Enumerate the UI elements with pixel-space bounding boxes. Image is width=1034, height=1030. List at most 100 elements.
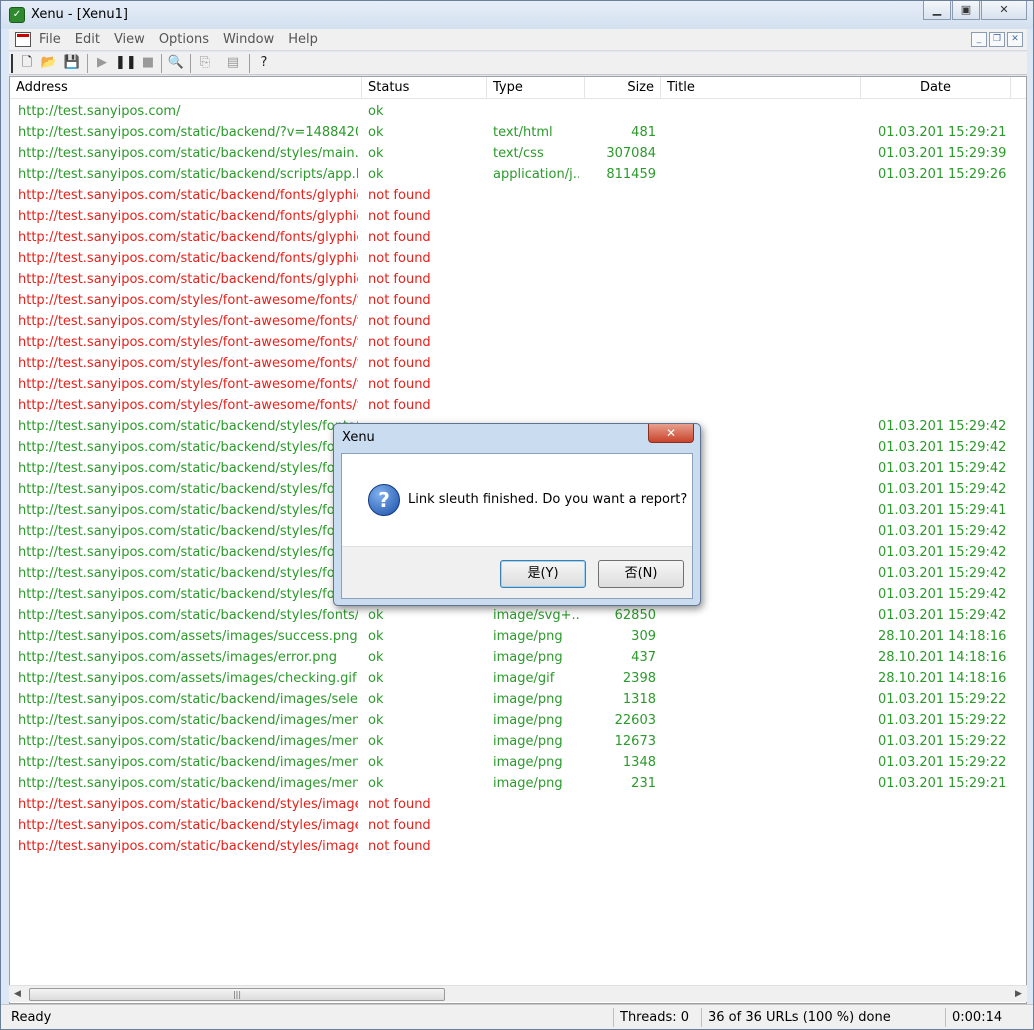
status-bar: Ready Threads: 0 36 of 36 URLs (100 %) d…	[1, 1004, 1033, 1029]
header-address[interactable]: Address	[10, 77, 362, 99]
scroll-left-arrow-icon[interactable]: ◀	[9, 986, 26, 1003]
cell-status: ok	[368, 671, 384, 686]
mdi-restore-button[interactable]: ❐	[989, 32, 1005, 47]
cell-size: 481	[631, 125, 656, 140]
cell-status: not found	[368, 209, 431, 224]
menu-edit[interactable]: Edit	[75, 32, 100, 47]
table-row[interactable]: http://test.sanyipos.com/static/backend/…	[10, 143, 1026, 164]
copy-icon[interactable]: ⎘	[195, 54, 215, 72]
table-row[interactable]: http://test.sanyipos.com/static/backend/…	[10, 794, 1026, 815]
header-type[interactable]: Type	[487, 77, 585, 99]
table-row[interactable]: http://test.sanyipos.com/static/backend/…	[10, 710, 1026, 731]
cell-address: http://test.sanyipos.com/static/backend/…	[18, 524, 358, 539]
table-row[interactable]: http://test.sanyipos.com/static/backend/…	[10, 227, 1026, 248]
table-row[interactable]: http://test.sanyipos.com/static/backend/…	[10, 185, 1026, 206]
cell-size: 307084	[606, 146, 656, 161]
open-icon[interactable]: 📂	[39, 54, 59, 72]
cell-time: 15:29:41	[948, 503, 1007, 518]
table-row[interactable]: http://test.sanyipos.com/assets/images/s…	[10, 626, 1026, 647]
mdi-close-button[interactable]: ✕	[1007, 32, 1023, 47]
yes-button[interactable]: 是(Y)	[500, 560, 586, 588]
cell-type: image/png	[493, 776, 563, 791]
cell-address: http://test.sanyipos.com/styles/font-awe…	[18, 335, 358, 350]
table-row[interactable]: http://test.sanyipos.com/styles/font-awe…	[10, 395, 1026, 416]
cell-type: image/svg+...	[493, 608, 579, 623]
menu-window[interactable]: Window	[223, 32, 274, 47]
table-row[interactable]: http://test.sanyipos.com/static/backend/…	[10, 269, 1026, 290]
table-row[interactable]: http://test.sanyipos.com/styles/font-awe…	[10, 311, 1026, 332]
pause-icon[interactable]: ❚❚	[115, 54, 137, 72]
cell-type: image/png	[493, 650, 563, 665]
window-title: Xenu - [Xenu1]	[31, 7, 128, 22]
mdi-buttons: _ ❐ ✕	[969, 32, 1023, 47]
table-row[interactable]: http://test.sanyipos.com/static/backend/…	[10, 815, 1026, 836]
cell-address: http://test.sanyipos.com/static/backend/…	[18, 440, 358, 455]
header-title[interactable]: Title	[661, 77, 861, 99]
menu-view[interactable]: View	[114, 32, 145, 47]
table-row[interactable]: http://test.sanyipos.com/ok	[10, 101, 1026, 122]
scroll-thumb[interactable]: |||	[29, 988, 445, 1001]
table-row[interactable]: http://test.sanyipos.com/styles/font-awe…	[10, 374, 1026, 395]
scroll-right-arrow-icon[interactable]: ▶	[1010, 986, 1027, 1003]
cell-time: 14:18:16	[948, 671, 1007, 686]
cell-status: not found	[368, 377, 431, 392]
header-size[interactable]: Size	[585, 77, 661, 99]
table-row[interactable]: http://test.sanyipos.com/styles/font-awe…	[10, 290, 1026, 311]
cell-time: 15:29:42	[948, 587, 1007, 602]
cell-date: 01.03.2017	[878, 482, 944, 497]
dialog-close-button[interactable]: ✕	[648, 424, 694, 443]
cell-time: 15:29:42	[948, 608, 1007, 623]
cell-type: image/png	[493, 692, 563, 707]
find-icon[interactable]: 🔍	[166, 54, 186, 72]
stop-icon[interactable]: ■	[138, 54, 158, 72]
cell-address: http://test.sanyipos.com/static/backend/…	[18, 839, 358, 854]
table-row[interactable]: http://test.sanyipos.com/static/backend/…	[10, 731, 1026, 752]
properties-icon[interactable]: ▤	[223, 54, 243, 72]
title-bar[interactable]: ✓ Xenu - [Xenu1] ▁ ▣ ✕	[1, 1, 1033, 29]
table-row[interactable]: http://test.sanyipos.com/assets/images/e…	[10, 647, 1026, 668]
table-row[interactable]: http://test.sanyipos.com/static/backend/…	[10, 248, 1026, 269]
maximize-button[interactable]: ▣	[952, 1, 980, 20]
table-row[interactable]: http://test.sanyipos.com/static/backend/…	[10, 206, 1026, 227]
table-row[interactable]: http://test.sanyipos.com/static/backend/…	[10, 773, 1026, 794]
xenu-app-icon[interactable]: ✓	[9, 7, 25, 23]
menu-help[interactable]: Help	[288, 32, 318, 47]
cell-address: http://test.sanyipos.com/static/backend/…	[18, 797, 358, 812]
new-icon[interactable]: 🗋	[17, 54, 37, 72]
cell-time: 15:29:42	[948, 461, 1007, 476]
table-row[interactable]: http://test.sanyipos.com/static/backend/…	[10, 164, 1026, 185]
table-row[interactable]: http://test.sanyipos.com/assets/images/c…	[10, 668, 1026, 689]
help-icon[interactable]: ?	[254, 54, 274, 72]
cell-status: ok	[368, 629, 384, 644]
table-row[interactable]: http://test.sanyipos.com/static/backend/…	[10, 752, 1026, 773]
horizontal-scrollbar[interactable]: ◀ ||| ▶	[9, 985, 1027, 1002]
table-row[interactable]: http://test.sanyipos.com/static/backend/…	[10, 689, 1026, 710]
header-date[interactable]: Date	[861, 77, 1011, 99]
cell-status: not found	[368, 356, 431, 371]
toolbar-grip[interactable]	[11, 54, 14, 73]
cell-status: ok	[368, 146, 384, 161]
save-icon[interactable]: 💾	[62, 54, 82, 72]
document-menu-icon[interactable]	[15, 32, 31, 47]
toolbar: 🗋 📂 💾 ▶ ❚❚ ■ 🔍 ⎘ ▤ ?	[9, 52, 1027, 75]
table-row[interactable]: http://test.sanyipos.com/styles/font-awe…	[10, 332, 1026, 353]
cell-date: 01.03.2017	[878, 503, 944, 518]
no-button[interactable]: 否(N)	[598, 560, 684, 588]
table-row[interactable]: http://test.sanyipos.com/styles/font-awe…	[10, 353, 1026, 374]
menu-file[interactable]: File	[39, 32, 61, 47]
cell-date: 01.03.2017	[878, 734, 944, 749]
dialog-message: Link sleuth finished. Do you want a repo…	[408, 492, 688, 507]
mdi-minimize-button[interactable]: _	[971, 32, 987, 47]
play-icon[interactable]: ▶	[92, 54, 112, 72]
cell-time: 15:29:22	[948, 692, 1007, 707]
close-button[interactable]: ✕	[981, 1, 1027, 20]
cell-address: http://test.sanyipos.com/static/backend/…	[18, 608, 358, 623]
header-status[interactable]: Status	[362, 77, 487, 99]
cell-date: 01.03.2017	[878, 608, 944, 623]
table-row[interactable]: http://test.sanyipos.com/static/backend/…	[10, 122, 1026, 143]
menu-options[interactable]: Options	[159, 32, 209, 47]
minimize-button[interactable]: ▁	[923, 1, 951, 20]
table-row[interactable]: http://test.sanyipos.com/static/backend/…	[10, 605, 1026, 626]
table-row[interactable]: http://test.sanyipos.com/static/backend/…	[10, 836, 1026, 857]
cell-date: 01.03.2017	[878, 587, 944, 602]
